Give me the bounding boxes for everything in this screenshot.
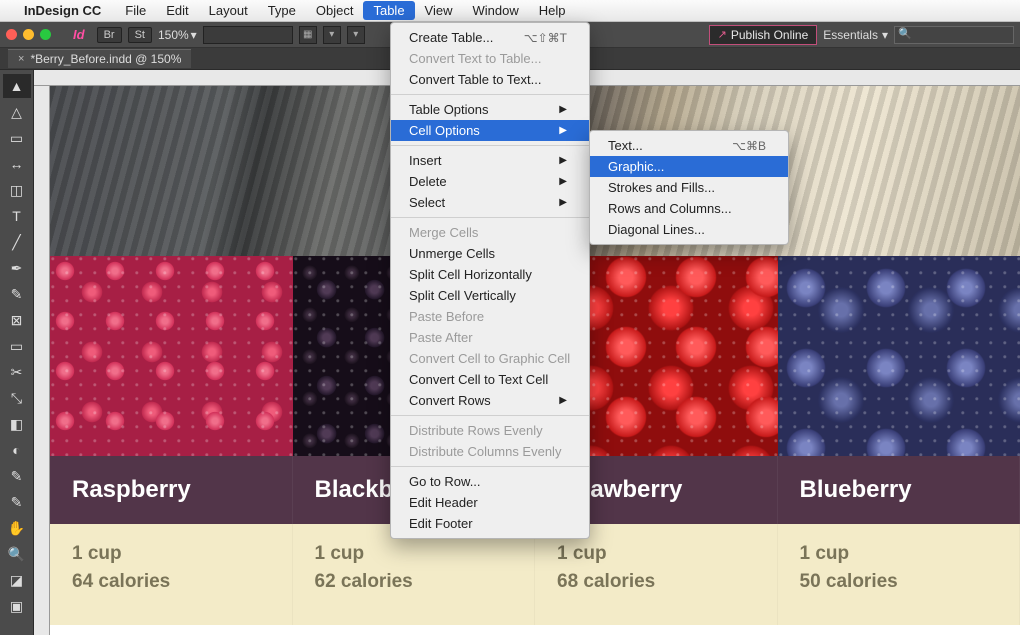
menu-item: Distribute Rows Evenly <box>391 420 589 441</box>
berry-name-cell: Raspberry <box>50 456 293 524</box>
ruler-vertical[interactable] <box>34 86 50 635</box>
menu-object[interactable]: Object <box>306 1 364 20</box>
chevron-right-icon: ▶ <box>559 176 567 187</box>
tool-content-collector[interactable]: ◫ <box>3 178 31 202</box>
menu-item[interactable]: Edit Footer <box>391 513 589 534</box>
arrange-icon[interactable]: ▾ <box>347 26 365 44</box>
menu-item[interactable]: Text...⌥⌘B <box>590 135 788 156</box>
tool-mode[interactable]: ▣ <box>3 594 31 618</box>
menu-type[interactable]: Type <box>258 1 306 20</box>
berry-calories-cell: 1 cup62 calories <box>293 524 536 625</box>
menu-item: Paste Before <box>391 306 589 327</box>
bridge-button[interactable]: Br <box>97 27 122 43</box>
menu-item: Paste After <box>391 327 589 348</box>
tool-page[interactable]: ▭ <box>3 126 31 150</box>
menu-item[interactable]: Convert Table to Text... <box>391 69 589 90</box>
tool-type[interactable]: T <box>3 204 31 228</box>
menu-item[interactable]: Split Cell Horizontally <box>391 264 589 285</box>
menu-item[interactable]: Unmerge Cells <box>391 243 589 264</box>
menu-item[interactable]: Cell Options▶ <box>391 120 589 141</box>
berry-calories-row: 1 cup64 calories1 cup62 calories1 cup68 … <box>50 524 1020 625</box>
tool-zoom[interactable]: 🔍 <box>3 542 31 566</box>
document-tab-title: *Berry_Before.indd @ 150% <box>30 52 181 66</box>
menu-item[interactable]: Go to Row... <box>391 471 589 492</box>
chevron-down-icon: ▾ <box>882 28 888 42</box>
tool-line[interactable]: ╱ <box>3 230 31 254</box>
menu-edit[interactable]: Edit <box>156 1 198 20</box>
menu-file[interactable]: File <box>115 1 156 20</box>
workspace-switcher[interactable]: Essentials▾ <box>823 28 888 42</box>
zoom-selector[interactable]: 150% ▾ <box>158 28 197 42</box>
berry-image-raspberry <box>50 256 293 456</box>
chevron-down-icon: ▾ <box>191 28 197 42</box>
menu-item: Convert Text to Table... <box>391 48 589 69</box>
menu-layout[interactable]: Layout <box>199 1 258 20</box>
tool-rectangle[interactable]: ▭ <box>3 334 31 358</box>
menu-item: Merge Cells <box>391 222 589 243</box>
tool-scissors[interactable]: ✂ <box>3 360 31 384</box>
mac-menubar: InDesign CC FileEditLayoutTypeObjectTabl… <box>0 0 1020 22</box>
menu-item[interactable]: Rows and Columns... <box>590 198 788 219</box>
cell-options-submenu[interactable]: Text...⌥⌘BGraphic...Strokes and Fills...… <box>589 130 789 245</box>
menu-item[interactable]: Strokes and Fills... <box>590 177 788 198</box>
tool-fill-stroke[interactable]: ◪ <box>3 568 31 592</box>
tool-eyedropper[interactable]: ✎ <box>3 490 31 514</box>
tool-hand[interactable]: ✋ <box>3 516 31 540</box>
berry-calories-cell: 1 cup64 calories <box>50 524 293 625</box>
minimize-window-icon[interactable] <box>23 29 34 40</box>
close-icon[interactable]: × <box>18 53 24 65</box>
berry-calories-cell: 1 cup50 calories <box>778 524 1020 625</box>
menu-item[interactable]: Delete▶ <box>391 171 589 192</box>
app-name[interactable]: InDesign CC <box>24 3 101 18</box>
menu-view[interactable]: View <box>415 1 463 20</box>
menu-item: Distribute Columns Evenly <box>391 441 589 462</box>
tool-free-transform[interactable]: ⤡ <box>3 386 31 410</box>
menu-item[interactable]: Edit Header <box>391 492 589 513</box>
tool-arrow[interactable]: ▲ <box>3 74 31 98</box>
tool-gap[interactable]: ↔ <box>3 152 31 176</box>
chevron-right-icon: ▶ <box>559 155 567 166</box>
menu-item: Convert Cell to Graphic Cell <box>391 348 589 369</box>
table-menu[interactable]: Create Table...⌥⇧⌘TConvert Text to Table… <box>390 22 590 539</box>
control-select-1[interactable] <box>203 26 293 44</box>
menu-item[interactable]: Create Table...⌥⇧⌘T <box>391 27 589 48</box>
view-option-icon[interactable]: ▦ <box>299 26 317 44</box>
menu-item[interactable]: Split Cell Vertically <box>391 285 589 306</box>
search-input[interactable] <box>894 26 1014 44</box>
berry-calories-cell: 1 cup68 calories <box>535 524 778 625</box>
menu-window[interactable]: Window <box>463 1 529 20</box>
berry-image-blueberry <box>778 256 1020 456</box>
menu-item[interactable]: Convert Rows▶ <box>391 390 589 411</box>
publish-online-button[interactable]: Publish Online <box>709 25 818 45</box>
zoom-window-icon[interactable] <box>40 29 51 40</box>
menu-item[interactable]: Diagonal Lines... <box>590 219 788 240</box>
menu-help[interactable]: Help <box>529 1 576 20</box>
menu-item[interactable]: Graphic... <box>590 156 788 177</box>
tool-rectangle-frame[interactable]: ⊠ <box>3 308 31 332</box>
chevron-right-icon: ▶ <box>559 125 567 136</box>
zoom-value: 150% <box>158 28 189 42</box>
menu-item[interactable]: Convert Cell to Text Cell <box>391 369 589 390</box>
document-tab[interactable]: × *Berry_Before.indd @ 150% <box>8 49 191 68</box>
tools-panel: ▲△▭↔◫T╱✒✎⊠▭✂⤡◧◐✎✎✋🔍◪▣ <box>0 70 34 635</box>
tool-pencil[interactable]: ✎ <box>3 282 31 306</box>
chevron-right-icon: ▶ <box>559 395 567 406</box>
tool-pen[interactable]: ✒ <box>3 256 31 280</box>
menu-item[interactable]: Select▶ <box>391 192 589 213</box>
tool-direct-select[interactable]: △ <box>3 100 31 124</box>
close-window-icon[interactable] <box>6 29 17 40</box>
berry-name-cell: Blueberry <box>778 456 1020 524</box>
chevron-right-icon: ▶ <box>559 104 567 115</box>
menu-item[interactable]: Insert▶ <box>391 150 589 171</box>
window-controls[interactable] <box>6 29 51 40</box>
tool-gradient-swatch[interactable]: ◧ <box>3 412 31 436</box>
menu-table[interactable]: Table <box>363 1 414 20</box>
stock-button[interactable]: St <box>128 27 152 43</box>
tool-note[interactable]: ✎ <box>3 464 31 488</box>
chevron-right-icon: ▶ <box>559 197 567 208</box>
indesign-logo-icon: Id <box>73 27 85 42</box>
tool-gradient-feather[interactable]: ◐ <box>3 438 31 462</box>
menu-item[interactable]: Table Options▶ <box>391 99 589 120</box>
screen-mode-icon[interactable]: ▾ <box>323 26 341 44</box>
